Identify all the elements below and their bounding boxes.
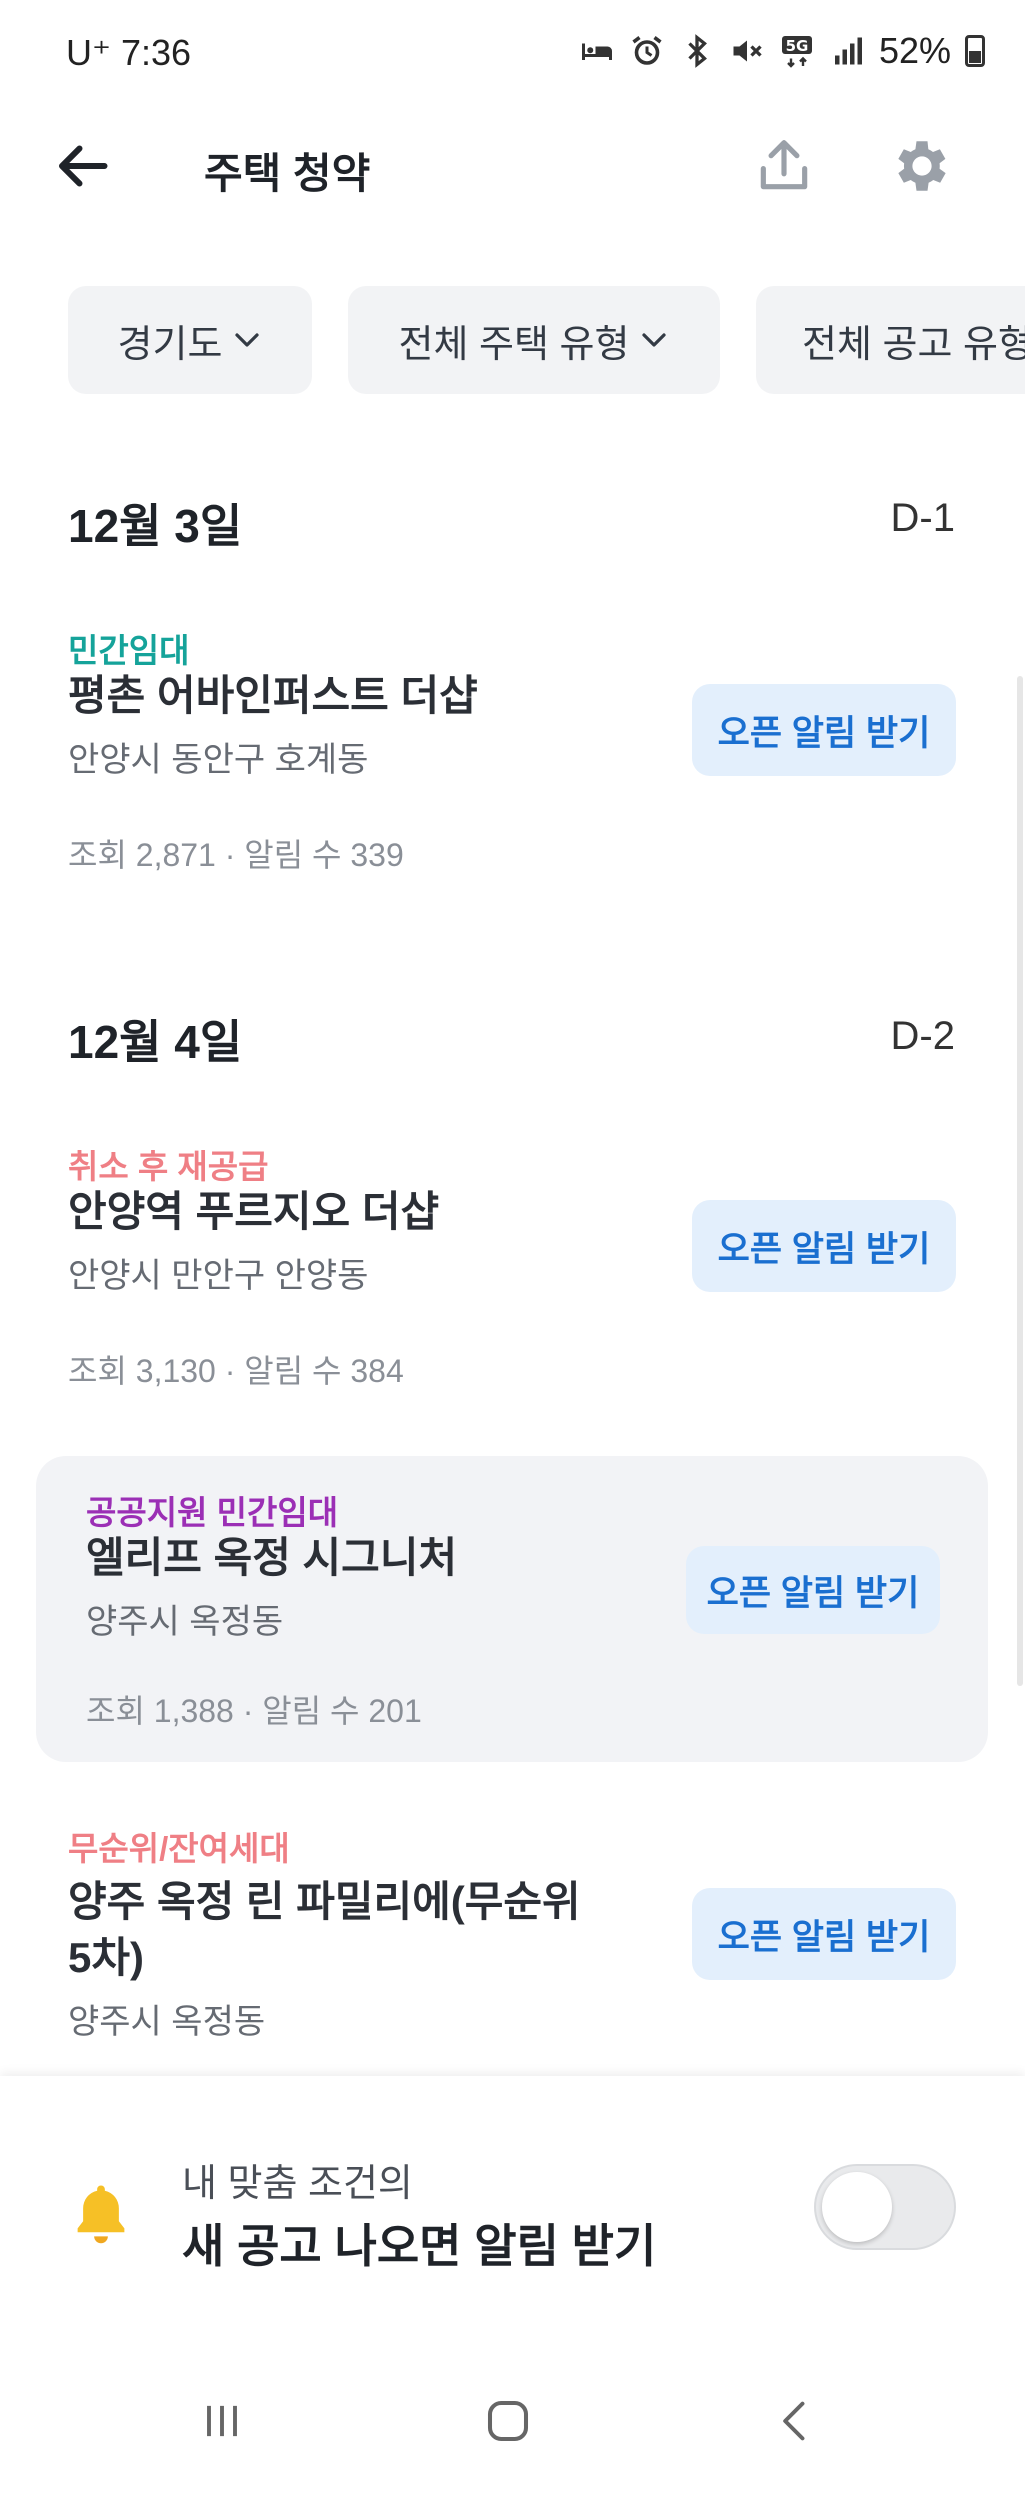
mute-icon [733, 40, 762, 62]
alert-panel: 내 맞춤 조건의 새 공고 나오면 알림 받기 [0, 2076, 1025, 2326]
listing-tag: 공공지원 민간임대 [86, 1494, 339, 1531]
listing-card[interactable]: 공공지원 민간임대 엘리프 옥정 시그니처 양주시 옥정동 조회 1,388 ·… [36, 1456, 988, 1762]
gear-icon [898, 141, 946, 191]
listing-stats: 조회 1,388 · 알림 수 201 [86, 1693, 422, 1729]
listing-title: 엘리프 옥정 시그니처 [86, 1534, 458, 1581]
listing-card[interactable]: 무순위/잔여세대 양주 옥정 린 파밀리에(무순위 5차) 양주시 옥정동 오픈… [36, 1808, 988, 2078]
listing-title-line-2: 5차) [68, 1934, 144, 1981]
battery-percent: 52% [878, 30, 951, 71]
listing-address: 안양시 만안구 안양동 [68, 1257, 369, 1295]
status-carrier-time: U⁺ 7:36 [66, 32, 192, 73]
filter-chip-region[interactable]: 경기도 [68, 286, 312, 394]
home-button[interactable] [468, 2386, 548, 2456]
section-date: 12월 3일 [68, 500, 243, 552]
page-title: 주택 청약 [204, 150, 371, 197]
section-dday: D-2 [890, 1014, 955, 1058]
bell-icon [77, 2185, 125, 2244]
listing-address: 양주시 옥정동 [86, 1603, 284, 1641]
system-back-button[interactable] [756, 2386, 836, 2456]
chevron-down-icon [235, 333, 260, 347]
listing-stats: 조회 2,871 · 알림 수 339 [68, 837, 404, 873]
recent-apps-button[interactable] [182, 2386, 262, 2456]
share-icon [760, 140, 808, 190]
listing-address: 양주시 옥정동 [68, 2003, 266, 2041]
section-dday: D-1 [890, 496, 955, 540]
svg-text:5G: 5G [786, 37, 809, 55]
filter-chip-label: 전체 공고 유형 [802, 323, 1025, 366]
listing-stats: 조회 3,130 · 알림 수 384 [68, 1353, 404, 1389]
bluetooth-icon [688, 34, 707, 68]
home-icon [487, 2400, 529, 2442]
filter-chip-label: 전체 주택 유형 [398, 323, 630, 366]
chevron-down-icon [642, 333, 667, 347]
status-icons: 5G 52% [579, 30, 985, 72]
listing-tag: 취소 후 재공급 [68, 1148, 269, 1185]
alert-title: 새 공고 나오면 알림 받기 [182, 2220, 657, 2272]
toggle-knob [822, 2172, 892, 2242]
filter-chip-housing-type[interactable]: 전체 주택 유형 [348, 286, 720, 394]
alert-subtitle: 내 맞춤 조건의 [182, 2163, 413, 2205]
5g-icon: 5G [781, 36, 812, 68]
listing-tag: 무순위/잔여세대 [68, 1830, 290, 1867]
listing-title: 안양역 푸르지오 더샵 [68, 1188, 440, 1235]
listing-card[interactable]: 민간임대 평촌 어바인퍼스트 더샵 안양시 동안구 호계동 조회 2,871 ·… [36, 610, 988, 900]
listing-title: 평촌 어바인퍼스트 더샵 [68, 672, 478, 719]
back-arrow-icon [59, 145, 108, 187]
app-header: 주택 청약 [0, 120, 1025, 210]
status-bar: U⁺ 7:36 5G 52% [0, 0, 1025, 110]
open-alert-button[interactable]: 오픈 알림 받기 [686, 1546, 940, 1634]
recent-apps-icon [207, 2405, 237, 2437]
back-button[interactable] [44, 128, 120, 204]
open-alert-button[interactable]: 오픈 알림 받기 [692, 684, 956, 776]
filter-chip-notice-type[interactable]: 전체 공고 유형 [756, 286, 1025, 394]
listing-address: 안양시 동안구 호계동 [68, 741, 369, 779]
listing-title-line-1: 양주 옥정 린 파밀리에(무순위 [68, 1878, 581, 1925]
filter-chip-label: 경기도 [117, 323, 223, 366]
back-icon [783, 2401, 805, 2441]
filter-bar: 경기도 전체 주택 유형 전체 공고 유형 [0, 286, 1025, 394]
share-button[interactable] [746, 128, 822, 204]
section-date: 12월 4일 [68, 1016, 243, 1068]
system-nav-bar [0, 2326, 1025, 2506]
listing-tag: 민간임대 [68, 632, 190, 669]
scrollbar[interactable] [1017, 676, 1023, 1686]
signal-icon [834, 37, 862, 65]
open-alert-button[interactable]: 오픈 알림 받기 [692, 1200, 956, 1292]
alarm-icon [632, 36, 662, 65]
settings-button[interactable] [884, 128, 960, 204]
listing-card[interactable]: 취소 후 재공급 안양역 푸르지오 더샵 안양시 만안구 안양동 조회 3,13… [36, 1126, 988, 1416]
open-alert-button[interactable]: 오픈 알림 받기 [692, 1888, 956, 1980]
battery-icon [965, 35, 985, 67]
bed-icon [581, 43, 612, 60]
alert-toggle[interactable] [814, 2164, 956, 2250]
